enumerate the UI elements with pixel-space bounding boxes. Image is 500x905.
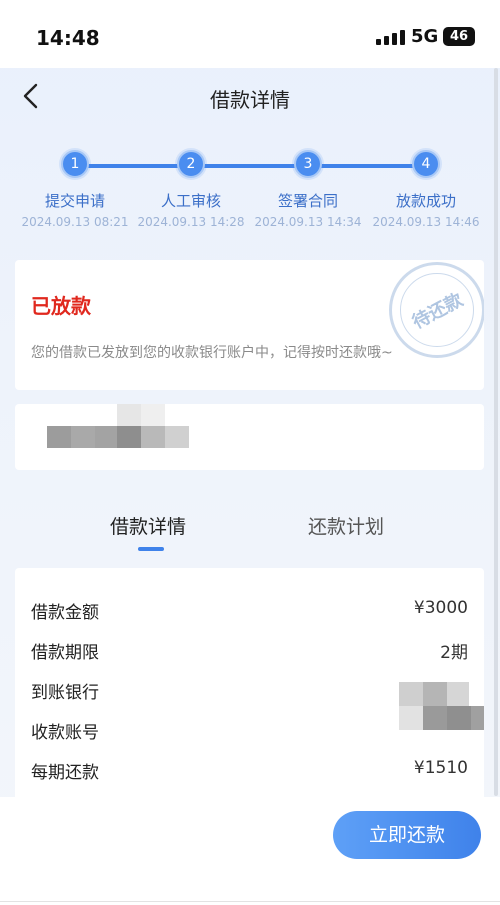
loan-status-title: 已放款 (31, 294, 91, 318)
step-review: 2 人工审核 2024.09.13 14:28 (131, 150, 251, 229)
loan-detail-card: 借款金额 ¥3000 借款期限 2期 到账银行 收款账号 每期还款 ¥1510 (15, 568, 484, 828)
repay-now-button[interactable]: 立即还款 (333, 811, 481, 859)
detail-value: 2期 (440, 643, 468, 663)
detail-label: 收款账号 (31, 723, 99, 743)
step-label: 签署合同 (277, 192, 338, 210)
step-time: 2024.09.13 14:28 (137, 215, 245, 229)
network-label: 5G (411, 26, 439, 47)
step-time: 2024.09.13 14:46 (372, 215, 480, 229)
step-number: 2 (177, 150, 205, 178)
pending-repayment-stamp: 待还款 (389, 262, 484, 358)
detail-tabs: 借款详情 还款计划 (0, 500, 500, 560)
signal-icon (376, 29, 406, 45)
active-tab-indicator (138, 547, 164, 551)
redacted-info (47, 404, 207, 449)
step-number: 1 (61, 150, 89, 178)
detail-row-term: 借款期限 2期 (15, 634, 484, 664)
step-number: 4 (412, 150, 440, 178)
step-label: 人工审核 (160, 192, 221, 210)
page-title: 借款详情 (210, 88, 290, 112)
loan-status-card: 待还款 已放款 您的借款已发放到您的收款银行账户中，记得按时还款哦~ (15, 260, 484, 390)
step-time: 2024.09.13 14:34 (254, 215, 362, 229)
battery-icon: 46 (443, 27, 475, 46)
detail-row-amount: 借款金额 ¥3000 (15, 594, 484, 624)
status-time: 14:48 (36, 26, 100, 50)
detail-value: ¥3000 (413, 598, 468, 618)
detail-label: 借款金额 (31, 603, 99, 623)
loan-status-description: 您的借款已发放到您的收款银行账户中，记得按时还款哦~ (31, 345, 393, 361)
step-label: 提交申请 (44, 192, 105, 210)
detail-label: 每期还款 (31, 763, 99, 783)
detail-value: ¥1510 (413, 758, 468, 778)
bottom-action-bar: 立即还款 (0, 797, 500, 905)
loan-detail-page: 14:48 5G 46 借款详情 1 提交申请 2024.09.13 08:21… (0, 0, 500, 905)
status-bar: 14:48 5G 46 (0, 0, 500, 68)
progress-steps: 1 提交申请 2024.09.13 08:21 2 人工审核 2024.09.1… (0, 150, 500, 240)
step-time: 2024.09.13 08:21 (21, 215, 129, 229)
step-contract: 3 签署合同 2024.09.13 14:34 (248, 150, 368, 229)
nav-bar: 借款详情 (0, 68, 500, 126)
step-submit: 1 提交申请 2024.09.13 08:21 (15, 150, 135, 229)
bottom-divider (0, 901, 500, 902)
detail-label: 借款期限 (31, 643, 99, 663)
tab-loan-details[interactable]: 借款详情 (110, 512, 186, 539)
step-number: 3 (294, 150, 322, 178)
detail-label: 到账银行 (31, 683, 99, 703)
account-info-card (15, 404, 484, 470)
step-label: 放款成功 (395, 192, 456, 210)
tab-repayment-plan[interactable]: 还款计划 (308, 512, 384, 539)
detail-row-installment: 每期还款 ¥1510 (15, 754, 484, 784)
step-disbursed: 4 放款成功 2024.09.13 14:46 (366, 150, 486, 229)
redacted-bank-info (399, 682, 484, 730)
